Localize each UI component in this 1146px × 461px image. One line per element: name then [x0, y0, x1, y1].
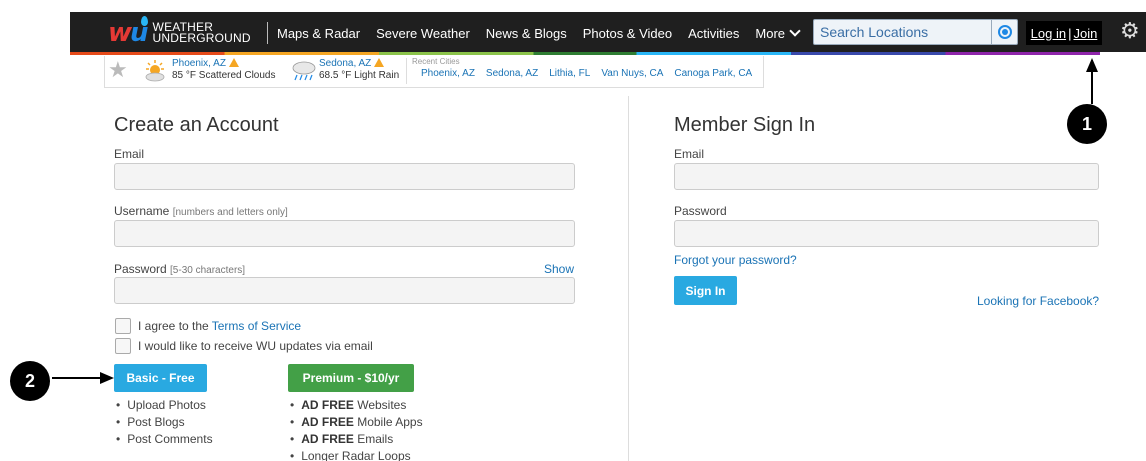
sun-cloud-icon — [145, 60, 165, 82]
recent-city[interactable]: Van Nuys, CA — [601, 68, 663, 79]
list-item: AD FREE Emails — [290, 431, 423, 448]
create-password-field[interactable] — [114, 277, 575, 304]
list-item: AD FREE Mobile Apps — [290, 414, 422, 431]
chevron-down-icon — [789, 24, 801, 37]
list-item: Post Comments — [116, 431, 212, 448]
terms-checkbox[interactable] — [115, 318, 131, 334]
recent-cities-list: Phoenix, AZ Sedona, AZ Lithia, FL Van Nu… — [421, 68, 752, 79]
nav-more[interactable]: More — [755, 24, 801, 41]
favorite-city-1[interactable]: Phoenix, AZ 85 °F Scattered Clouds — [172, 58, 276, 82]
login-join: Log in | Join — [1026, 21, 1102, 45]
username-label: Username [numbers and letters only] — [114, 204, 288, 218]
rain-cloud-icon — [292, 61, 316, 81]
sign-in-title: Member Sign In — [674, 114, 816, 136]
password-label: Password [5-30 characters] — [114, 262, 246, 276]
show-password-link[interactable]: Show — [544, 262, 574, 276]
city-name: Sedona, AZ — [319, 58, 372, 69]
login-separator: | — [1068, 25, 1072, 41]
terms-row: I agree to the Terms of Service — [115, 318, 301, 334]
callout-1: 1 — [1067, 104, 1107, 144]
create-account-title: Create an Account — [114, 114, 279, 136]
raindrop-icon — [141, 16, 148, 26]
nav-more-label: More — [755, 25, 786, 41]
warning-icon — [228, 58, 239, 67]
logo-text: WEATHER UNDERGROUND — [152, 20, 251, 45]
rainbow-stripe — [70, 52, 1100, 55]
signin-email-field[interactable] — [674, 163, 1099, 190]
callout-2-arrow — [52, 372, 114, 384]
facebook-link[interactable]: Looking for Facebook? — [977, 294, 1099, 308]
basic-features-list: Upload Photos Post Blogs Post Comments — [116, 397, 213, 448]
create-email-field[interactable] — [114, 163, 575, 190]
updates-text: I would like to receive WU updates via e… — [138, 339, 373, 353]
terms-link[interactable]: Terms of Service — [212, 319, 301, 333]
email-label: Email — [114, 147, 145, 161]
city-name: Phoenix, AZ — [172, 58, 226, 69]
join-link[interactable]: Join — [1073, 26, 1097, 41]
nav-activities[interactable]: Activities — [688, 26, 739, 41]
forgot-password-link[interactable]: Forgot your password? — [674, 253, 797, 267]
recent-city[interactable]: Phoenix, AZ — [421, 68, 475, 79]
premium-button[interactable]: Premium - $10/yr — [288, 364, 414, 392]
warning-icon — [374, 58, 385, 67]
signin-password-field[interactable] — [674, 220, 1099, 247]
sign-in-button[interactable]: Sign In — [674, 276, 737, 305]
basic-free-button[interactable]: Basic - Free — [114, 364, 207, 392]
column-divider — [628, 96, 629, 461]
favorite-city-2[interactable]: Sedona, AZ 68.5 °F Light Rain — [319, 58, 399, 82]
recent-cities-label: Recent Cities — [412, 57, 460, 66]
callout-1-arrow — [1086, 58, 1098, 104]
recent-city[interactable]: Lithia, FL — [549, 68, 590, 79]
wunderground-logo[interactable]: wu WEATHER UNDERGROUND — [108, 16, 251, 48]
gear-icon[interactable]: ⚙ — [1120, 20, 1140, 42]
recent-city[interactable]: Canoga Park, CA — [674, 68, 752, 79]
recent-separator — [406, 58, 407, 84]
updates-checkbox[interactable] — [115, 338, 131, 354]
city-condition: 68.5 °F Light Rain — [319, 70, 400, 81]
main-nav: Maps & Radar Severe Weather News & Blogs… — [277, 22, 801, 44]
nav-separator — [267, 22, 268, 44]
signin-password-label: Password — [674, 204, 727, 218]
recent-city[interactable]: Sedona, AZ — [486, 68, 538, 79]
premium-features-list: AD FREE Websites AD FREE Mobile Apps AD … — [290, 397, 423, 461]
star-icon[interactable]: ★ — [108, 59, 128, 81]
list-item: Post Blogs — [116, 414, 213, 431]
location-target-icon — [997, 25, 1012, 39]
list-item: AD FREE Websites — [290, 397, 423, 414]
password-hint: [5-30 characters] — [170, 265, 246, 276]
nav-severe-weather[interactable]: Severe Weather — [376, 26, 470, 41]
signin-email-label: Email — [674, 147, 705, 161]
nav-maps-radar[interactable]: Maps & Radar — [277, 26, 360, 41]
locate-button[interactable] — [991, 20, 1017, 44]
nav-photos-video[interactable]: Photos & Video — [583, 26, 672, 41]
search-input[interactable] — [814, 20, 991, 44]
terms-text: I agree to the — [138, 319, 209, 333]
updates-row: I would like to receive WU updates via e… — [115, 338, 373, 354]
username-field[interactable] — [114, 220, 575, 247]
city-condition: 85 °F Scattered Clouds — [172, 70, 276, 81]
list-item: Upload Photos — [116, 397, 213, 414]
search-locations — [813, 19, 1018, 45]
login-link[interactable]: Log in — [1031, 26, 1066, 41]
nav-news-blogs[interactable]: News & Blogs — [486, 26, 567, 41]
callout-2: 2 — [10, 361, 50, 401]
list-item: Longer Radar Loops — [290, 448, 423, 461]
username-hint: [numbers and letters only] — [172, 207, 288, 218]
